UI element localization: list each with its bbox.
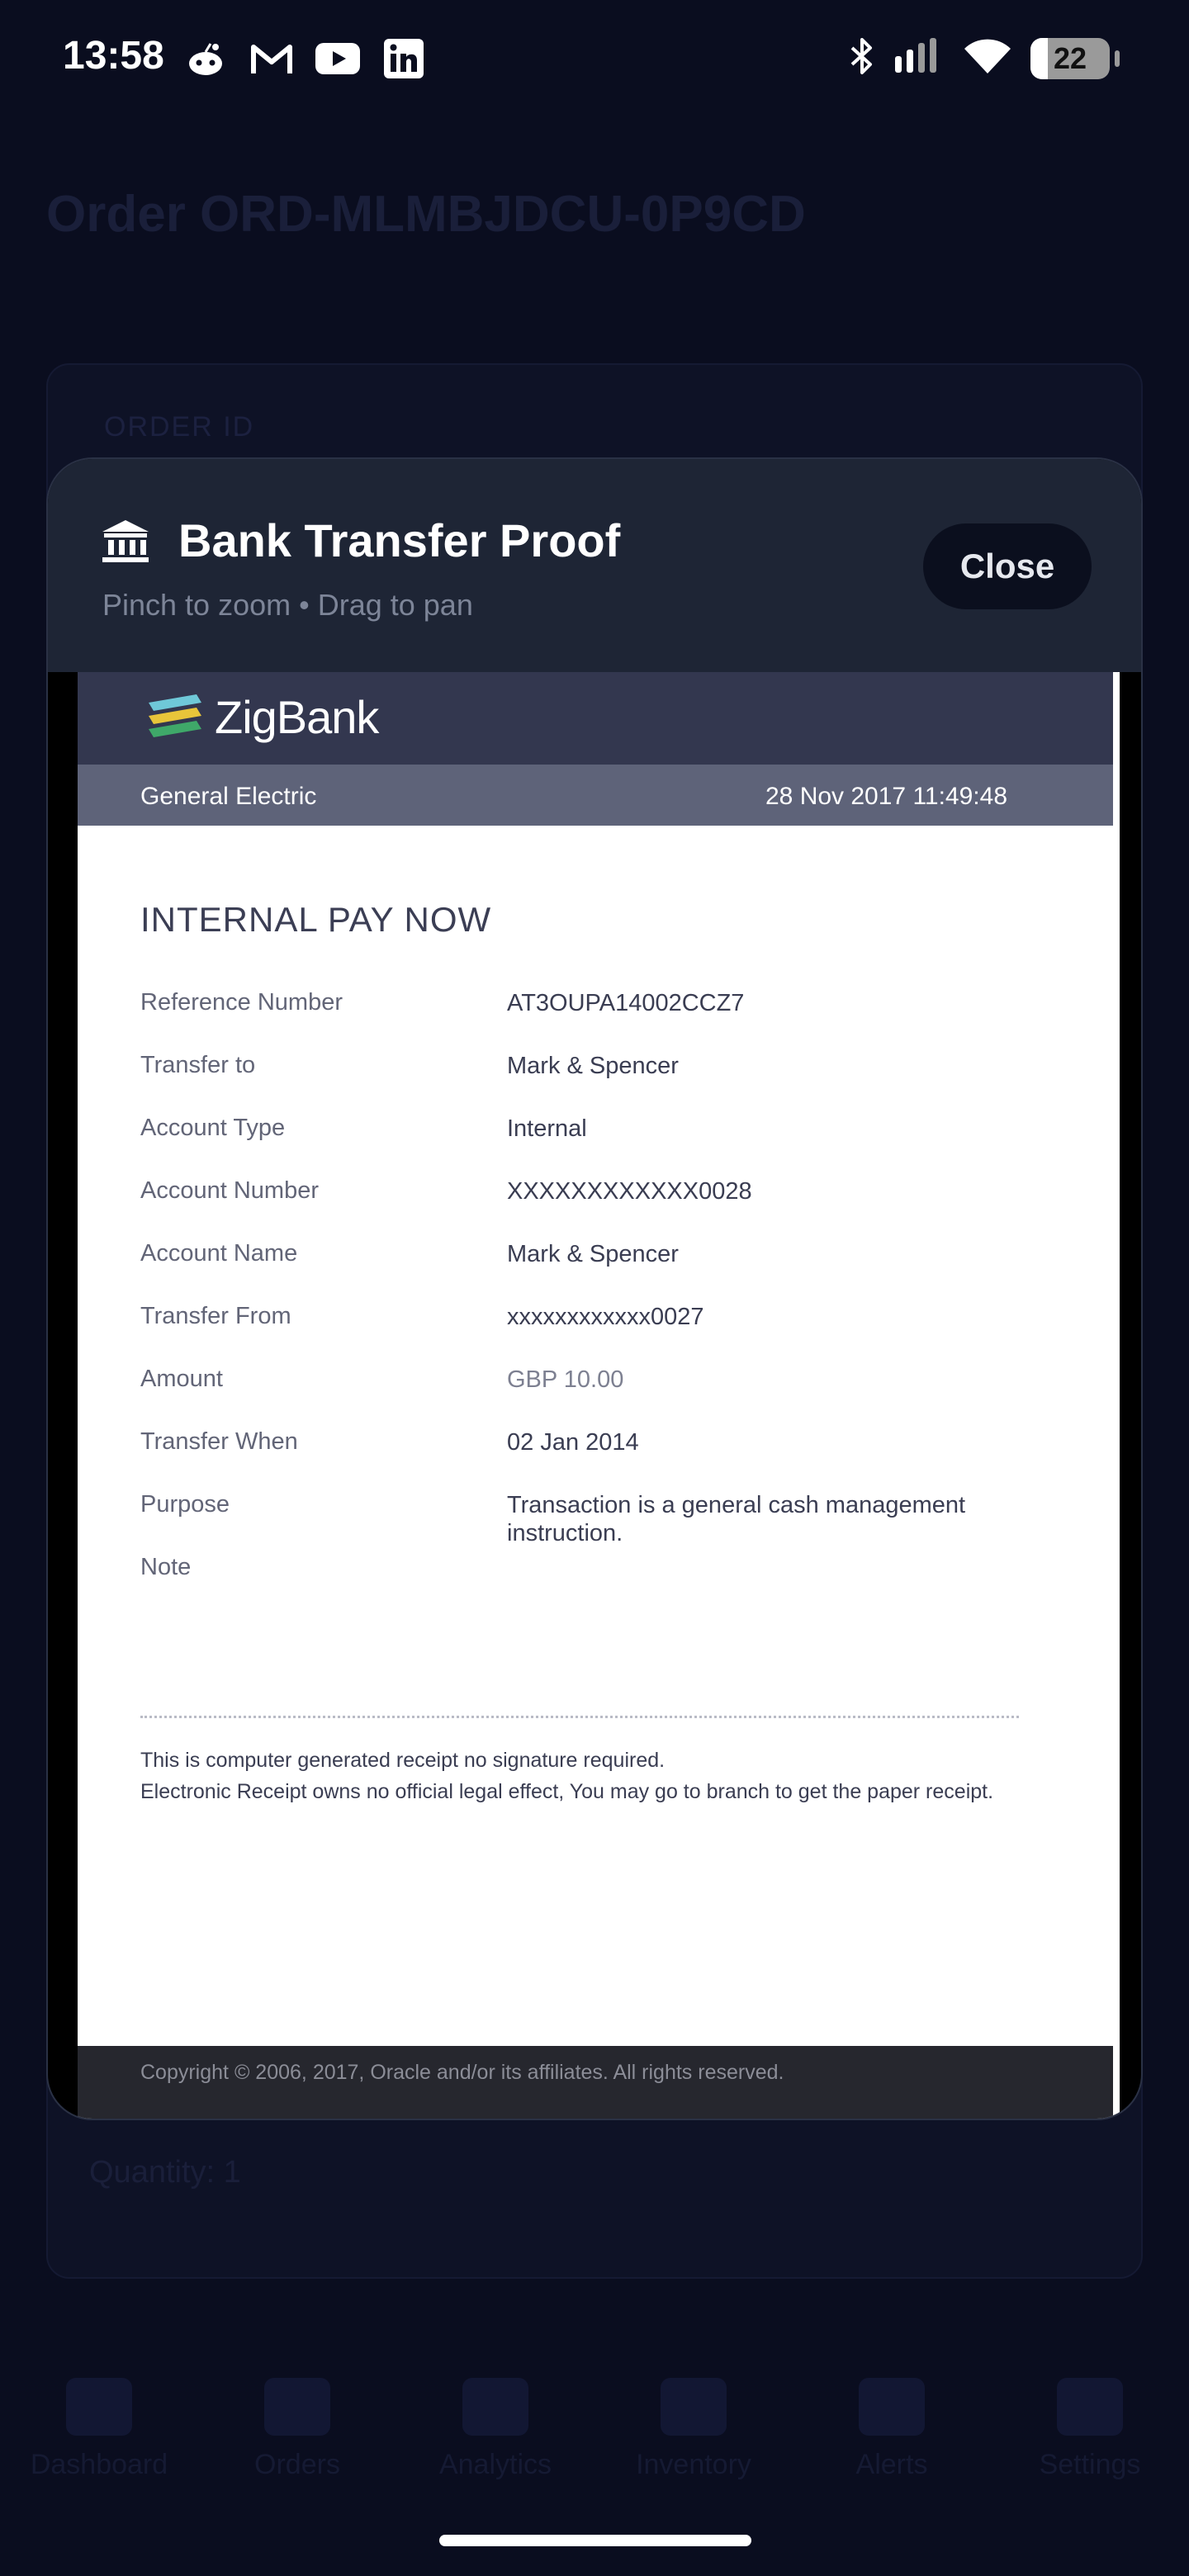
analytics-icon [462, 2378, 528, 2436]
nav-label: Dashboard [30, 2449, 168, 2480]
battery-level: 22 [1053, 40, 1087, 75]
close-button[interactable]: Close [923, 523, 1092, 609]
bottom-nav: Dashboard Orders Analytics Inventory Ale… [0, 2378, 1189, 2576]
bank-transfer-proof-modal: Bank Transfer Proof Pinch to zoom • Drag… [46, 457, 1143, 2120]
status-right: 22 [847, 36, 1120, 80]
row-value: Mark & Spencer [507, 1053, 679, 1079]
receipt-footer-note: This is computer generated receipt no si… [140, 1749, 666, 1772]
zigbank-logo: ZigBank [144, 690, 379, 744]
receipt-copyright: Copyright © 2006, 2017, Oracle and/or it… [140, 2061, 784, 2084]
alerts-icon [859, 2378, 925, 2436]
gmail-icon [249, 36, 294, 81]
row-value: AT3OUPA14002CCZ7 [507, 990, 745, 1016]
nav-label: Analytics [438, 2449, 552, 2480]
modal-title: Bank Transfer Proof [178, 514, 621, 566]
row-label: Transfer When [140, 1428, 298, 1455]
nav-label: Inventory [636, 2449, 751, 2480]
row-value: Mark & Spencer [507, 1241, 679, 1267]
row-label: Account Name [140, 1240, 298, 1267]
row-value: Transaction is a general cash management… [507, 1492, 966, 1546]
battery-indicator: 22 [1030, 37, 1120, 79]
row-value: XXXXXXXXXXXX0028 [507, 1178, 752, 1205]
dashboard-icon [66, 2378, 132, 2436]
receipt-footer-disclaimer: Electronic Receipt owns no official lega… [140, 1780, 994, 1803]
wifi-icon [963, 37, 1012, 79]
row-label: Note [140, 1554, 192, 1580]
inventory-icon [661, 2378, 727, 2436]
youtube-icon [315, 36, 360, 81]
nav-settings[interactable]: Settings [991, 2378, 1189, 2576]
row-label: Transfer to [140, 1052, 256, 1078]
order-title: Order ORD-MLMBJDCU-0P9CD [46, 186, 806, 243]
receipt-heading: INTERNAL PAY NOW [140, 900, 492, 939]
reddit-icon [183, 36, 228, 81]
brand-name: ZigBank [215, 691, 379, 743]
bank-icon [101, 519, 150, 565]
row-value: Internal [507, 1115, 587, 1142]
nav-dashboard[interactable]: Dashboard [0, 2378, 198, 2576]
screen: 13:58 22 Order ORD-MLMBJDCU-0P9CD ORDER … [0, 0, 1189, 2576]
modal-header: Bank Transfer Proof Pinch to zoom • Drag… [48, 459, 1141, 672]
row-value: xxxxxxxxxxxx0027 [507, 1304, 704, 1330]
row-label: Account Number [140, 1177, 319, 1204]
orders-icon [264, 2378, 330, 2436]
receipt-datetime: 28 Nov 2017 11:49:48 [765, 783, 1007, 810]
nav-orders[interactable]: Orders [198, 2378, 396, 2576]
notification-icons [183, 36, 426, 81]
nav-label: Alerts [855, 2449, 928, 2480]
row-value: 02 Jan 2014 [507, 1429, 639, 1456]
linkedin-icon [381, 36, 426, 81]
row-label: Amount [140, 1366, 223, 1392]
status-bar: 13:58 22 [0, 0, 1189, 116]
zigbank-logo-icon [149, 694, 201, 737]
nav-alerts[interactable]: Alerts [793, 2378, 991, 2576]
receipt-edge [1113, 672, 1120, 2119]
nav-analytics[interactable]: Analytics [396, 2378, 594, 2576]
row-label: Account Type [140, 1115, 286, 1141]
status-time: 13:58 [63, 34, 164, 78]
order-quantity: Quantity: 1 [89, 2155, 241, 2190]
nav-inventory[interactable]: Inventory [594, 2378, 793, 2576]
battery-fill [1030, 37, 1049, 79]
row-value: GBP 10.00 [507, 1366, 624, 1393]
order-id-label: ORDER ID [104, 411, 255, 443]
receipt-image[interactable]: ZigBank General Electric 28 Nov 2017 11:… [78, 672, 1113, 2119]
bluetooth-icon [847, 36, 877, 80]
row-label: Transfer From [140, 1303, 291, 1329]
modal-subtitle: Pinch to zoom • Drag to pan [102, 588, 473, 622]
nav-label: Orders [254, 2449, 340, 2480]
row-label: Reference Number [140, 989, 343, 1016]
settings-icon [1057, 2378, 1123, 2436]
signal-icon [895, 38, 945, 78]
row-label: Purpose [140, 1491, 230, 1518]
receipt-divider [140, 1716, 1019, 1718]
receipt-brand-bar: ZigBank [78, 672, 1113, 765]
home-indicator[interactable] [439, 2535, 751, 2546]
nav-label: Settings [1039, 2449, 1141, 2480]
receipt-company: General Electric [140, 783, 317, 810]
